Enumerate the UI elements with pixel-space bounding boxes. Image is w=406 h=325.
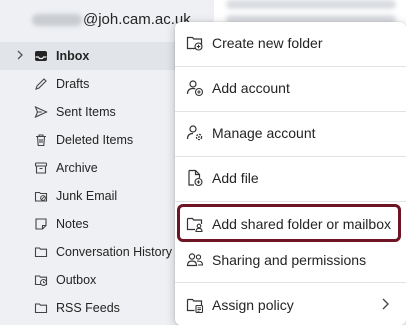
folder-label: Junk Email	[56, 189, 118, 203]
send-icon	[34, 105, 48, 119]
folder-label: Drafts	[56, 77, 90, 91]
menu-item-label: Create new folder	[212, 35, 323, 51]
menu-item-manage-account[interactable]: Manage account	[175, 112, 406, 150]
account-header[interactable]: @joh.cam.ac.uk	[32, 11, 191, 28]
archive-icon	[34, 162, 48, 174]
person-add-icon	[186, 80, 204, 97]
folder-icon	[34, 303, 48, 314]
folder-add-icon	[186, 36, 203, 51]
outbox-icon	[34, 275, 48, 286]
menu-item-sharing-and-permissions[interactable]: Sharing and permissions	[175, 239, 406, 277]
chevron-right-icon	[382, 298, 389, 310]
person-settings-icon	[186, 125, 203, 141]
menu-item-add-account[interactable]: Add account	[175, 67, 406, 105]
folder-label: Sent Items	[56, 105, 116, 119]
folder-icon	[34, 247, 48, 258]
menu-item-label: Sharing and permissions	[212, 252, 367, 268]
menu-item-label: Add file	[212, 170, 259, 186]
folder-label: Outbox	[56, 273, 97, 287]
junk-icon	[34, 191, 48, 202]
policy-icon	[186, 298, 204, 314]
highlight-outline	[177, 204, 401, 242]
menu-item-add-file[interactable]: Add file	[175, 157, 406, 195]
folder-label: Archive	[56, 161, 98, 175]
trash-icon	[36, 134, 46, 147]
inbox-icon	[35, 51, 47, 61]
menu-divider	[175, 201, 406, 202]
menu-item-label: Manage account	[212, 125, 316, 141]
drafts-icon	[35, 78, 47, 90]
menu-item-create-new-folder[interactable]: Create new folder	[175, 22, 406, 60]
menu-item-label: Add account	[212, 80, 290, 96]
file-add-icon	[188, 169, 203, 187]
note-icon	[35, 218, 47, 230]
menu-item-label: Assign policy	[212, 297, 294, 313]
folder-label: Notes	[56, 217, 89, 231]
menu-divider	[175, 282, 406, 283]
chevron-right-icon[interactable]	[15, 50, 25, 60]
folder-label: Inbox	[56, 49, 90, 63]
folder-label: Conversation History	[56, 245, 173, 259]
message-preview-blurred	[226, 0, 396, 9]
people-icon	[186, 253, 204, 267]
menu-item-assign-policy[interactable]: Assign policy	[175, 284, 406, 322]
context-menu: Create new folder Add account Manage acc…	[175, 22, 406, 325]
folder-label: Deleted Items	[56, 133, 134, 147]
redacted-username	[32, 14, 82, 27]
folder-label: RSS Feeds	[56, 301, 120, 315]
